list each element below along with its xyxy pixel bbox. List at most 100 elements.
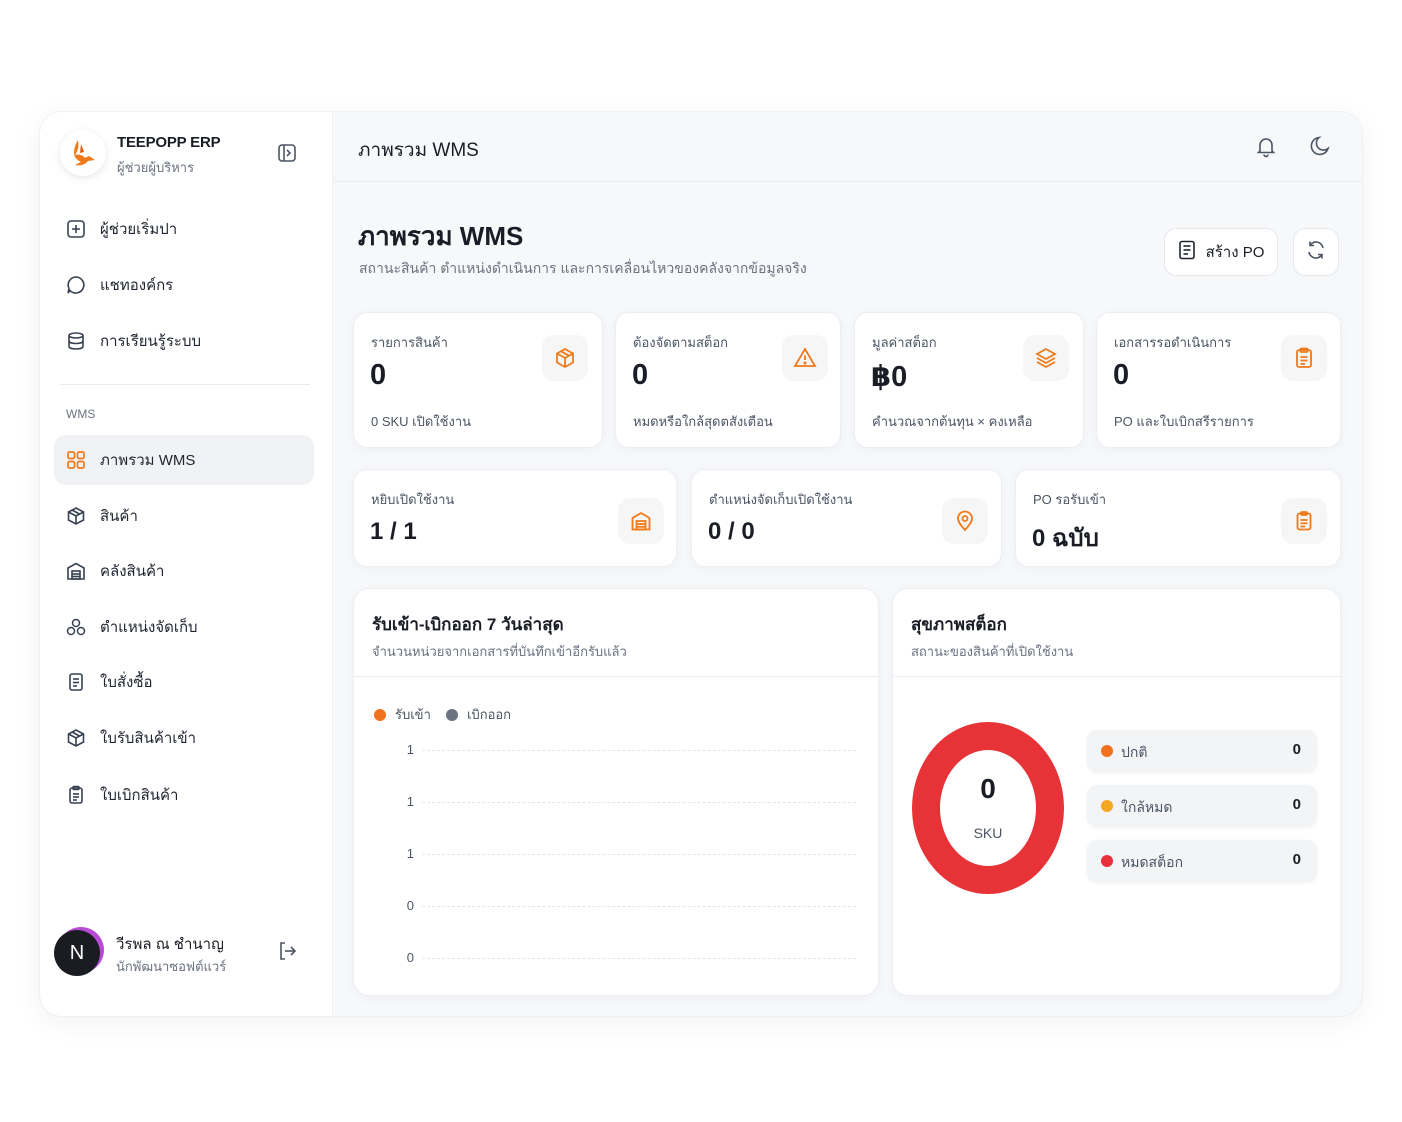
status-label: ปกติ — [1121, 744, 1148, 760]
status-dot — [1101, 800, 1113, 812]
stat-card-po-awaiting[interactable]: PO รอรับเข้า 0 ฉบับ — [1015, 469, 1341, 567]
y-tick-label: 1 — [406, 846, 414, 861]
sidebar-toggle-icon[interactable] — [276, 142, 298, 164]
grid-icon — [66, 450, 86, 470]
nav-item-goods-receipts[interactable]: ใบรับสินค้าเข้า — [54, 713, 314, 763]
gridline — [422, 958, 856, 959]
status-dot — [1101, 855, 1113, 867]
donut-ring — [912, 722, 1064, 894]
stat-note: 0 SKU เปิดใช้งาน — [371, 414, 472, 429]
clipboard-list-icon — [1281, 335, 1327, 381]
divider — [60, 384, 310, 385]
nav-item-assistant[interactable]: ผู้ช่วยเริ่มปา — [54, 204, 314, 254]
panel-header: สุขภาพสต็อก สถานะของสินค้าที่เปิดใช้งาน — [893, 589, 1340, 677]
stat-value: ฿0 — [871, 361, 908, 393]
nav-item-learning[interactable]: การเรียนรู้ระบบ — [54, 316, 314, 366]
stat-value: 0 — [632, 359, 649, 391]
status-dot — [1101, 745, 1113, 757]
create-po-label: สร้าง PO — [1205, 244, 1265, 261]
status-row-low[interactable]: ใกล้หมด 0 — [1087, 785, 1317, 827]
database-icon — [66, 331, 86, 351]
legend-label: รับเข้า — [395, 707, 431, 722]
create-po-button[interactable]: สร้าง PO — [1164, 228, 1278, 276]
y-tick-label: 1 — [406, 742, 414, 757]
status-label: หมดสต็อก — [1121, 854, 1184, 870]
section-label-wms: WMS — [66, 407, 96, 421]
box-icon — [66, 728, 86, 748]
stat-card-active-picks[interactable]: หยิบเปิดใช้งาน 1 / 1 — [353, 469, 677, 567]
gridline — [422, 854, 856, 855]
brand-title: TEEPOPP ERP — [117, 134, 221, 151]
legend-item-inbound[interactable]: รับเข้า — [374, 704, 431, 725]
user-profile[interactable]: N วีรพล ณ ชำนาญ นักพัฒนาซอฟต์แวร์ — [54, 924, 314, 984]
user-role: นักพัฒนาซอฟต์แวร์ — [116, 959, 227, 974]
status-row-out[interactable]: หมดสต็อก 0 — [1087, 840, 1317, 882]
stat-label: ต้องจัดตามสต็อก — [633, 335, 729, 350]
warehouse-icon — [618, 498, 664, 544]
user-name: วีรพล ณ ชำนาญ — [116, 936, 224, 953]
document-icon — [1178, 240, 1196, 264]
legend-dot — [446, 708, 458, 721]
y-tick-label: 1 — [406, 794, 414, 809]
avatar: N — [54, 930, 100, 976]
layers-icon — [1023, 335, 1069, 381]
nav-item-label: สินค้า — [100, 508, 138, 525]
status-row-normal[interactable]: ปกติ 0 — [1087, 730, 1317, 772]
panel-title: รับเข้า-เบิกออก 7 วันล่าสุด — [372, 615, 564, 634]
legend-label: เบิกออก — [467, 707, 512, 722]
nav-item-label: ตำแหน่งจัดเก็บ — [100, 619, 198, 636]
theme-toggle-icon[interactable] — [1308, 134, 1332, 158]
panel-subtitle: จำนวนหน่วยจากเอกสารที่บันทึกเข้าอีกรับแล… — [372, 644, 627, 659]
nav-item-locations[interactable]: ตำแหน่งจัดเก็บ — [54, 602, 314, 652]
plus-square-icon — [66, 219, 86, 239]
logout-icon[interactable] — [276, 940, 298, 962]
clipboard-icon — [66, 785, 86, 805]
status-label: ใกล้หมด — [1121, 799, 1173, 815]
y-tick-label: 0 — [406, 898, 414, 913]
stat-card-pending-docs[interactable]: เอกสารรอดำเนินการ 0 PO และใบเบิกสรีรายกา… — [1096, 312, 1341, 448]
panel-subtitle: สถานะของสินค้าที่เปิดใช้งาน — [911, 644, 1074, 659]
nav-item-purchase-orders[interactable]: ใบสั่งซื้อ — [54, 657, 314, 707]
panel-title: สุขภาพสต็อก — [911, 615, 1007, 634]
nav-item-label: ใบรับสินค้าเข้า — [100, 730, 197, 747]
nav-item-org-chat[interactable]: แชทองค์กร — [54, 260, 314, 310]
nav-item-label: ผู้ช่วยเริ่มปา — [100, 221, 178, 238]
package-icon — [542, 335, 588, 381]
legend-item-outbound[interactable]: เบิกออก — [446, 704, 511, 725]
stat-card-products[interactable]: รายการสินค้า 0 0 SKU เปิดใช้งาน — [353, 312, 603, 448]
refresh-button[interactable] — [1293, 228, 1339, 276]
stat-value: 1 / 1 — [370, 518, 417, 545]
legend-dot — [374, 708, 386, 721]
stat-note: คำนวณจากต้นทุน × คงเหลือ — [872, 414, 1033, 429]
map-pin-icon — [942, 498, 988, 544]
stat-label: รายการสินค้า — [371, 335, 448, 350]
stat-label: ตำแหน่งจัดเก็บเปิดใช้งาน — [709, 492, 853, 507]
brand-subtitle: ผู้ช่วยผู้บริหาร — [117, 160, 195, 175]
stat-card-restock[interactable]: ต้องจัดตามสต็อก 0 หมดหรือใกล้สุดตสังเตือ… — [615, 312, 841, 448]
gridline — [422, 906, 856, 907]
stat-label: PO รอรับเข้า — [1033, 492, 1107, 507]
nav-item-warehouses[interactable]: คลังสินค้า — [54, 546, 314, 596]
stat-value: 0 — [1113, 359, 1130, 391]
stock-donut-chart: 0 SKU — [911, 721, 1065, 895]
stat-label: มูลค่าสต็อก — [872, 335, 937, 350]
nav-item-products[interactable]: สินค้า — [54, 491, 314, 541]
topbar-title: ภาพรวม WMS — [358, 140, 479, 161]
clipboard-list-icon — [1281, 498, 1327, 544]
stat-note: PO และใบเบิกสรีรายการ — [1114, 414, 1254, 429]
movement-chart-panel: รับเข้า-เบิกออก 7 วันล่าสุด จำนวนหน่วยจา… — [353, 588, 879, 996]
stat-value: 0 ฉบับ — [1032, 525, 1099, 552]
nav-item-label: แชทองค์กร — [100, 277, 174, 294]
box-icon — [66, 506, 86, 526]
gridline — [422, 750, 856, 751]
nav-item-issue-slips[interactable]: ใบเบิกสินค้า — [54, 770, 314, 820]
sidebar: TEEPOPP ERP ผู้ช่วยผู้บริหาร ผู้ช่วยเริ่… — [40, 112, 333, 1016]
stat-card-stock-value[interactable]: มูลค่าสต็อก ฿0 คำนวณจากต้นทุน × คงเหลือ — [854, 312, 1084, 448]
nav-item-label: คลังสินค้า — [100, 563, 165, 580]
location-cluster-icon — [66, 617, 86, 637]
stat-value: 0 / 0 — [708, 518, 755, 545]
page-subtitle: สถานะสินค้า ตำแหน่งดำเนินการ และการเคลื่… — [359, 260, 807, 276]
bell-icon[interactable] — [1254, 134, 1278, 158]
stat-card-active-locations[interactable]: ตำแหน่งจัดเก็บเปิดใช้งาน 0 / 0 — [691, 469, 1002, 567]
nav-item-wms-overview[interactable]: ภาพรวม WMS — [54, 435, 314, 485]
